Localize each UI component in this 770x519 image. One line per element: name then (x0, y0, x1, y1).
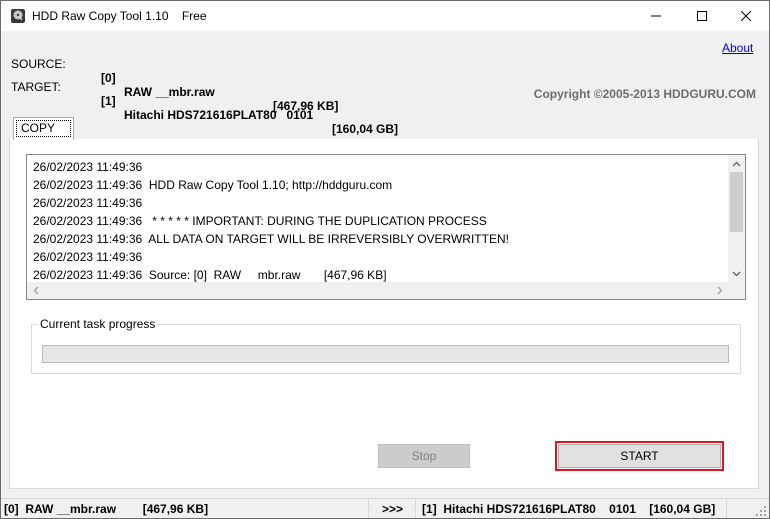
progress-label: Current task progress (38, 317, 158, 331)
window-title: HDD Raw Copy Tool 1.10 Free (32, 9, 207, 23)
target-name: Hitachi HDS721616PLAT80 0101 (124, 108, 314, 122)
target-size: [160,04 GB] (332, 122, 399, 136)
tab-copy[interactable]: COPY (13, 117, 74, 140)
progress-group: Current task progress (31, 317, 741, 374)
log-line: 26/02/2023 11:49:36 (33, 250, 143, 264)
target-label: TARGET: (11, 80, 61, 94)
status-source: [0] RAW __mbr.raw [467,96 KB] (1, 499, 369, 518)
minimize-icon (651, 15, 661, 17)
close-icon (741, 11, 751, 21)
resize-grip-icon[interactable] (755, 505, 767, 517)
title-bar[interactable]: HDD Raw Copy Tool 1.10 Free (1, 1, 769, 31)
scroll-right-button[interactable] (711, 282, 728, 299)
close-button[interactable] (723, 1, 769, 31)
status-bar: [0] RAW __mbr.raw [467,96 KB] >>> [1] Hi… (1, 498, 769, 518)
log-line: 26/02/2023 11:49:36 (33, 196, 143, 210)
copyright-text: Copyright ©2005-2013 HDDGURU.COM (533, 87, 756, 101)
vertical-scroll-thumb[interactable] (730, 172, 743, 232)
progress-bar (42, 345, 729, 363)
status-arrow: >>> (370, 499, 416, 518)
log-line: 26/02/2023 11:49:36 * * * * * IMPORTANT:… (33, 214, 487, 228)
chevron-down-icon (732, 271, 741, 276)
about-link[interactable]: About (722, 41, 753, 55)
source-name: RAW __mbr.raw (124, 85, 215, 99)
scroll-up-button[interactable] (728, 155, 745, 172)
tab-copy-label: COPY (16, 120, 71, 137)
scroll-left-button[interactable] (27, 282, 44, 299)
stop-button[interactable]: Stop (378, 444, 470, 468)
log-box[interactable]: 26/02/2023 11:49:36 26/02/2023 11:49:36 … (26, 154, 746, 300)
log-vertical-scrollbar[interactable] (728, 155, 745, 282)
chevron-right-icon (717, 286, 722, 295)
status-target: [1] Hitachi HDS721616PLAT80 0101 [160,04… (417, 499, 727, 518)
log-horizontal-scrollbar[interactable] (27, 282, 745, 299)
log-line: 26/02/2023 11:49:36 HDD Raw Copy Tool 1.… (33, 178, 393, 192)
start-button[interactable]: START (558, 444, 721, 468)
log-line: 26/02/2023 11:49:36 Source: [0] RAW mbr.… (33, 268, 387, 282)
target-index: [1] (101, 94, 116, 108)
app-window: HDD Raw Copy Tool 1.10 Free SOURCE: [0] … (0, 0, 770, 519)
maximize-button[interactable] (679, 1, 725, 31)
maximize-icon (697, 11, 707, 21)
hard-drive-icon (11, 9, 25, 23)
log-lines: 26/02/2023 11:49:36 26/02/2023 11:49:36 … (33, 158, 723, 282)
log-line: 26/02/2023 11:49:36 ALL DATA ON TARGET W… (33, 232, 509, 246)
scrollbar-corner (728, 282, 745, 299)
source-index: [0] (101, 71, 116, 85)
chevron-left-icon (33, 286, 38, 295)
scroll-down-button[interactable] (728, 265, 745, 282)
minimize-button[interactable] (633, 1, 679, 31)
chevron-up-icon (732, 161, 741, 166)
log-line: 26/02/2023 11:49:36 (33, 160, 143, 174)
